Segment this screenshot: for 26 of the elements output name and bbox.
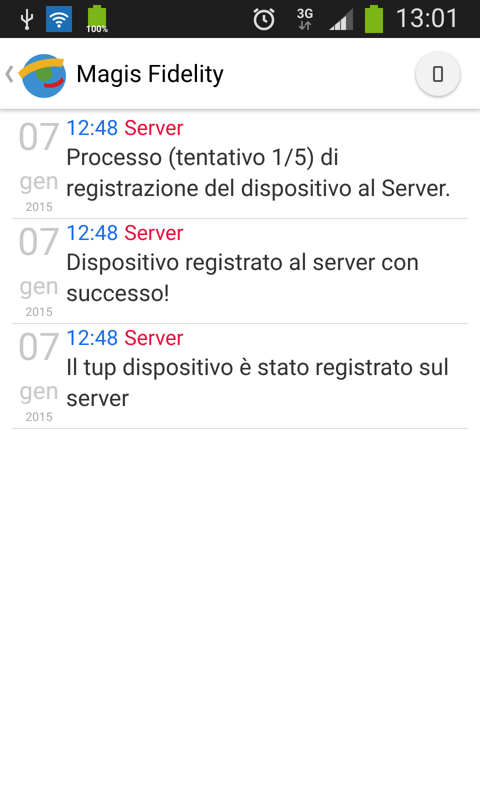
message-time: 12:48 [66,221,118,247]
message-source: Server [124,326,184,352]
message-year: 2015 [26,409,52,426]
data-arrows-icon [299,21,312,30]
battery-icon [87,5,107,27]
signal-icon [329,8,354,30]
message-time: 12:48 [66,116,118,142]
message-text: Processo (tentativo 1/5) di registrazione del dispositivo al Server. [66,143,452,204]
device-button[interactable] [416,52,460,96]
clock: 13:01 [395,2,460,36]
network-type: 3G [296,8,314,21]
message-source: Server [124,116,184,142]
message-text: Il tup dispositivo è stato registrato sul server [66,353,450,414]
wifi-icon [46,6,72,32]
battery-label: 100% [86,26,108,35]
message-time: 12:48 [66,326,118,352]
caret-icon [4,64,14,84]
app-title: Magis Fidelity [76,58,224,90]
message-year: 2015 [26,199,52,216]
message-source: Server [124,221,184,247]
alarm-clock-icon [250,6,277,32]
battery-icon [365,5,384,33]
usb-icon [20,7,34,31]
message-year: 2015 [26,304,52,321]
phone-icon [433,66,443,82]
message-text: Dispositivo registrato al server con successo! [66,248,420,309]
